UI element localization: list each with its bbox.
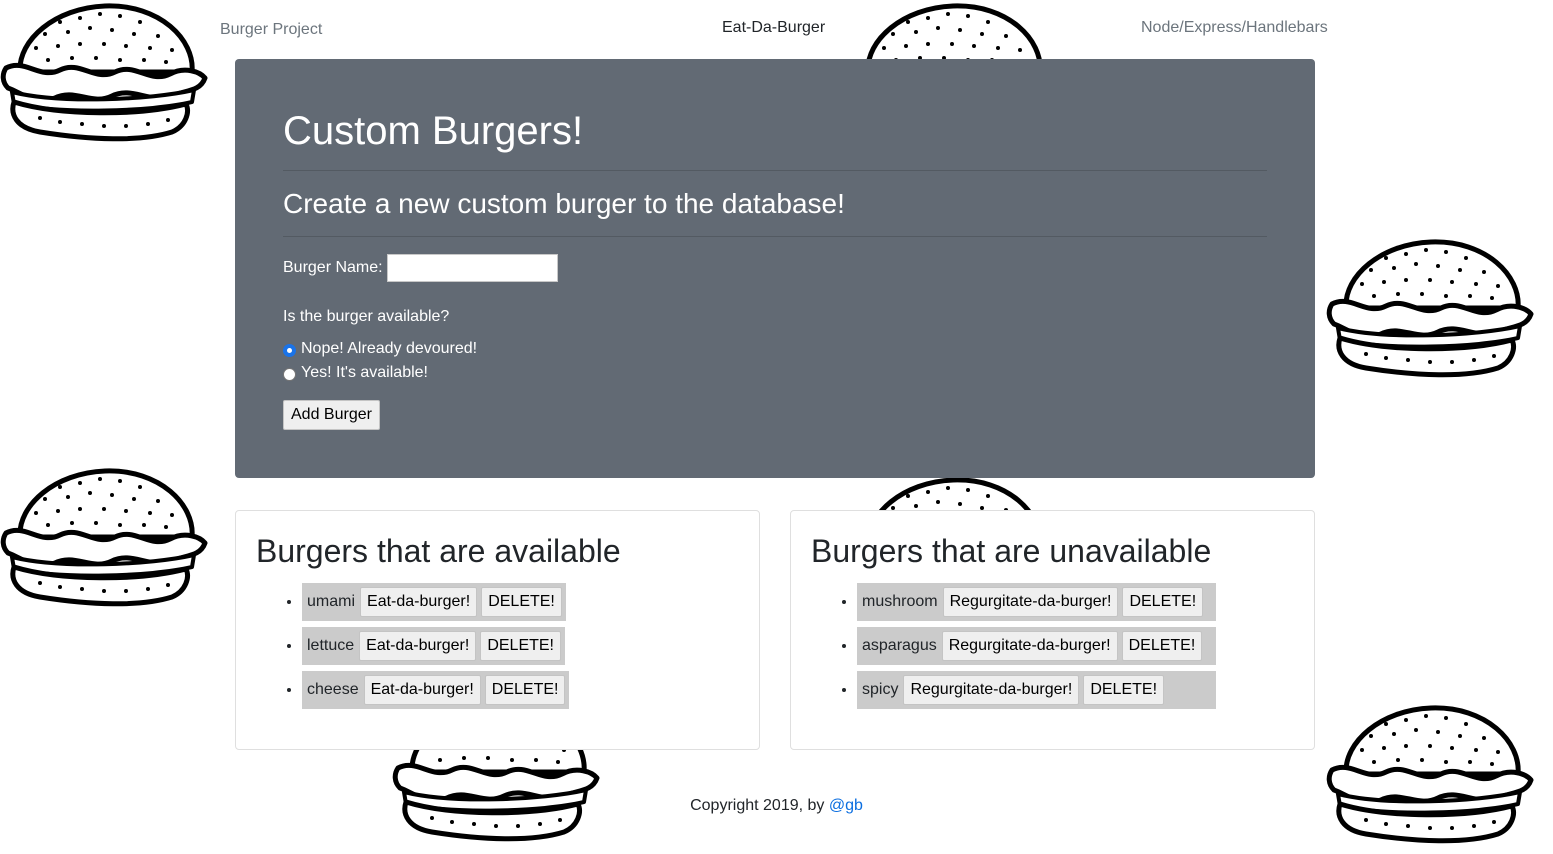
list-item: lettuce Eat-da-burger! DELETE! bbox=[302, 627, 569, 671]
burger-name: mushroom bbox=[862, 593, 938, 610]
author-link[interactable]: @gb bbox=[829, 797, 863, 814]
radio-label-available: Yes! It's available! bbox=[301, 364, 428, 381]
burger-icon bbox=[1326, 702, 1536, 852]
regurgitate-burger-button[interactable]: Regurgitate-da-burger! bbox=[903, 675, 1080, 705]
delete-button[interactable]: DELETE! bbox=[481, 587, 562, 617]
radio-button-devoured[interactable] bbox=[283, 344, 296, 357]
divider bbox=[283, 236, 1267, 237]
availability-question: Is the burger available? bbox=[283, 308, 450, 325]
burger-item: cheese Eat-da-burger! DELETE! bbox=[302, 671, 570, 709]
delete-button[interactable]: DELETE! bbox=[1083, 675, 1165, 705]
burger-icon bbox=[0, 465, 210, 615]
copyright-text: Copyright 2019, by bbox=[690, 797, 829, 814]
burger-icon bbox=[1326, 236, 1536, 386]
burger-name-input[interactable] bbox=[386, 254, 558, 282]
delete-button[interactable]: DELETE! bbox=[1121, 631, 1203, 661]
burger-name: cheese bbox=[307, 681, 359, 698]
available-heading: Burgers that are available bbox=[256, 533, 621, 569]
form-subtitle: Create a new custom burger to the databa… bbox=[283, 188, 845, 219]
burger-name: umami bbox=[307, 593, 356, 610]
list-item: umami Eat-da-burger! DELETE! bbox=[302, 583, 569, 627]
eat-burger-button[interactable]: Eat-da-burger! bbox=[359, 631, 477, 661]
burger-item: lettuce Eat-da-burger! DELETE! bbox=[302, 627, 565, 665]
delete-button[interactable]: DELETE! bbox=[1122, 587, 1204, 617]
page-title: Custom Burgers! bbox=[283, 109, 584, 153]
regurgitate-burger-button[interactable]: Regurgitate-da-burger! bbox=[942, 587, 1119, 617]
jumbotron: Custom Burgers! Create a new custom burg… bbox=[235, 59, 1315, 478]
delete-button[interactable]: DELETE! bbox=[480, 631, 561, 661]
unavailable-burgers-card: Burgers that are unavailable mushroom Re… bbox=[790, 510, 1315, 750]
burger-item: asparagus Regurgitate-da-burger! DELETE! bbox=[857, 627, 1216, 665]
nav-link-burger-project[interactable]: Burger Project bbox=[220, 21, 322, 39]
radio-button-available[interactable] bbox=[283, 368, 296, 381]
divider bbox=[283, 170, 1267, 171]
burger-name: asparagus bbox=[862, 637, 937, 654]
list-item: mushroom Regurgitate-da-burger! DELETE! bbox=[857, 583, 1216, 627]
regurgitate-burger-button[interactable]: Regurgitate-da-burger! bbox=[941, 631, 1118, 661]
burger-item: umami Eat-da-burger! DELETE! bbox=[302, 583, 566, 621]
unavailable-list: mushroom Regurgitate-da-burger! DELETE! … bbox=[837, 583, 1216, 715]
burger-name-row: Burger Name: bbox=[283, 254, 558, 282]
list-item: spicy Regurgitate-da-burger! DELETE! bbox=[857, 671, 1216, 715]
radio-option-devoured[interactable]: Nope! Already devoured! bbox=[283, 340, 477, 358]
eat-burger-button[interactable]: Eat-da-burger! bbox=[363, 675, 481, 705]
list-item: asparagus Regurgitate-da-burger! DELETE! bbox=[857, 627, 1216, 671]
eat-burger-button[interactable]: Eat-da-burger! bbox=[360, 587, 478, 617]
footer: Copyright 2019, by @gb bbox=[0, 797, 1553, 815]
radio-label-devoured: Nope! Already devoured! bbox=[301, 340, 478, 357]
burger-name: lettuce bbox=[307, 637, 355, 654]
nav-link-tech-stack[interactable]: Node/Express/Handlebars bbox=[1141, 19, 1328, 37]
radio-option-available[interactable]: Yes! It's available! bbox=[283, 364, 428, 382]
available-list: umami Eat-da-burger! DELETE! lettuce Eat… bbox=[282, 583, 570, 715]
burger-name-label: Burger Name: bbox=[283, 259, 383, 276]
burger-name: spicy bbox=[862, 681, 899, 698]
burger-item: mushroom Regurgitate-da-burger! DELETE! bbox=[857, 583, 1216, 621]
list-item: cheese Eat-da-burger! DELETE! bbox=[302, 671, 570, 715]
nav-brand[interactable]: Eat-Da-Burger bbox=[722, 19, 825, 37]
navbar: Burger Project Eat-Da-Burger Node/Expres… bbox=[0, 0, 1553, 58]
available-burgers-card: Burgers that are available umami Eat-da-… bbox=[235, 510, 760, 750]
add-burger-button[interactable]: Add Burger bbox=[283, 400, 380, 430]
burger-item: spicy Regurgitate-da-burger! DELETE! bbox=[857, 671, 1216, 709]
unavailable-heading: Burgers that are unavailable bbox=[811, 533, 1212, 569]
delete-button[interactable]: DELETE! bbox=[484, 675, 566, 705]
